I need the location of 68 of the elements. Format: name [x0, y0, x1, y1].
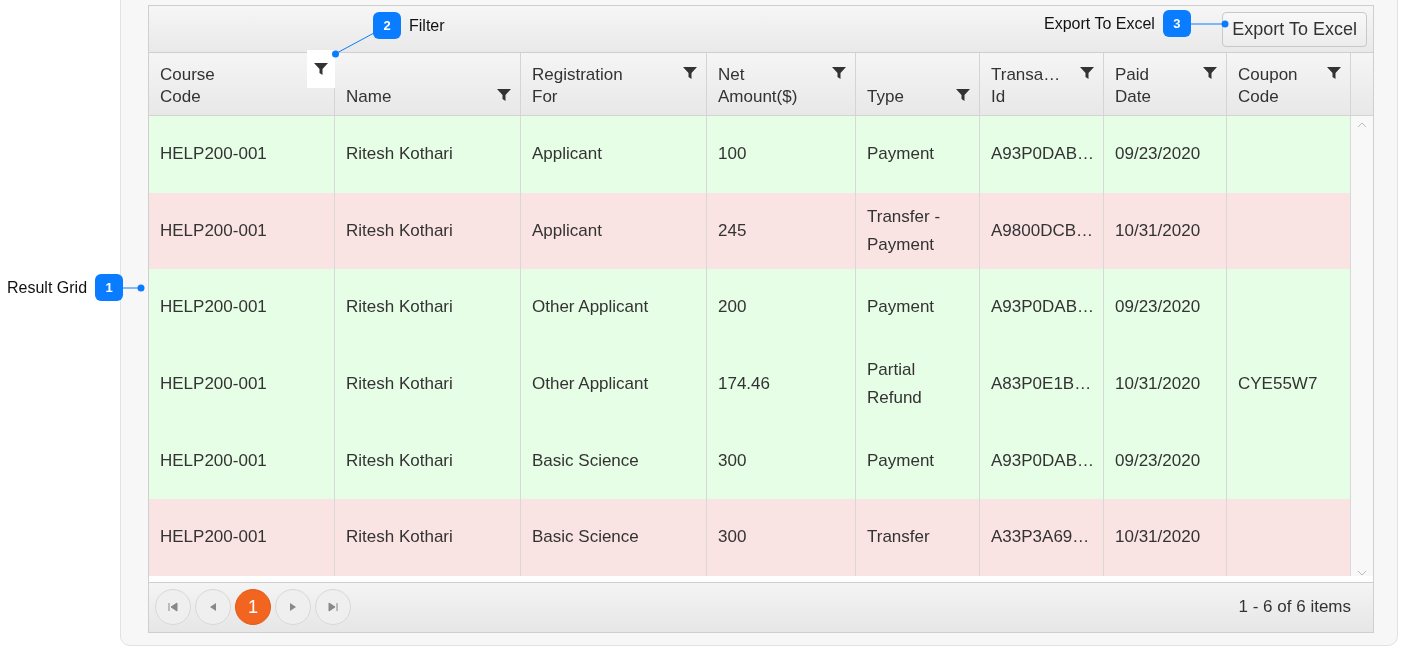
table-cell-text: Payment: [867, 296, 935, 319]
callout-label: Filter: [409, 16, 445, 35]
table-cell-text: 09/23/2020: [1115, 143, 1201, 166]
callout-label: Export To Excel: [1044, 14, 1155, 33]
table-cell-text: HELP200-001: [160, 143, 267, 166]
leader-line: [1190, 19, 1229, 28]
table-cell-text: A33P3A69…: [991, 526, 1090, 549]
table-cell-text: Applicant: [532, 143, 602, 166]
table-cell-text: Other Applicant: [532, 373, 649, 396]
table-cell-text: 200: [718, 296, 747, 319]
right-triangle-icon: [288, 602, 298, 613]
table-cell-text: CYE55W7: [1238, 373, 1318, 396]
table-cell-text: 100: [718, 143, 747, 166]
callout-badge: 2: [373, 12, 401, 39]
table-cell-text: 10/31/2020: [1115, 526, 1201, 549]
callout-badge: 3: [1162, 10, 1191, 37]
column-label: Course Code: [160, 64, 215, 108]
table-cell-text: Ritesh Kothari: [346, 143, 453, 166]
table-cell-text: A9800DCB…: [991, 219, 1094, 242]
table-cell-text: HELP200-001: [160, 373, 267, 396]
table-cell-text: Applicant: [532, 219, 602, 242]
table-cell-text: 300: [718, 449, 747, 472]
table-cell-text: Ritesh Kothari: [346, 449, 453, 472]
table-cell-text: 300: [718, 526, 747, 549]
table-cell-text: HELP200-001: [160, 219, 267, 242]
column-label: Type: [867, 86, 904, 108]
table-cell-text: Ritesh Kothari: [346, 219, 453, 242]
export-button[interactable]: Export To Excel: [1222, 11, 1367, 47]
table-cell-text: HELP200-001: [160, 296, 267, 319]
leader-line: [123, 283, 146, 292]
table-cell-text: Basic Science: [532, 526, 639, 549]
table-cell-text: HELP200-001: [160, 449, 267, 472]
table-cell-text: Ritesh Kothari: [346, 296, 453, 319]
table-cell-text: Payment: [867, 449, 935, 472]
left-triangle-icon: [208, 602, 218, 613]
table-cell-text: Transfer - Payment: [867, 205, 942, 256]
table-cell-text: Other Applicant: [532, 296, 649, 319]
skip-back-icon: [168, 602, 178, 613]
column-label: Net Amount($): [718, 64, 798, 108]
callout-badge: 1: [95, 274, 124, 301]
table-cell-text: Ritesh Kothari: [346, 526, 453, 549]
column-label: Name: [346, 86, 392, 108]
table-cell-text: A83P0E1B…: [991, 373, 1092, 396]
column-label: Registration For: [532, 64, 623, 108]
table-cell-text: Partial Refund: [867, 359, 923, 410]
skip-forward-icon: [328, 602, 338, 613]
table-cell-text: Ritesh Kothari: [346, 373, 453, 396]
filter-icon[interactable]: [307, 50, 335, 88]
table-cell-text: A93P0DAB…: [991, 143, 1094, 166]
table-cell-text: 174.46: [718, 373, 770, 396]
column-label: Paid Date: [1115, 64, 1151, 108]
table-cell-text: 10/31/2020: [1115, 373, 1201, 396]
column-label: Transa… Id: [991, 64, 1061, 108]
callout-label: Result Grid: [7, 278, 88, 297]
last-page-button[interactable]: [315, 589, 351, 626]
pager-summary: 1 - 6 of 6 items: [1238, 597, 1351, 618]
table-cell-text: 245: [718, 219, 747, 242]
table-cell-text: A93P0DAB…: [991, 296, 1094, 319]
table-cell-text: Basic Science: [532, 449, 639, 472]
first-page-button[interactable]: [155, 589, 191, 626]
table-cell-text: 09/23/2020: [1115, 449, 1201, 472]
table-cell-text: HELP200-001: [160, 526, 267, 549]
table-cell-text: Transfer: [867, 526, 930, 549]
table-cell-text: Payment: [867, 143, 935, 166]
table-cell-text: 10/31/2020: [1115, 219, 1201, 242]
table-cell-text: 09/23/2020: [1115, 296, 1201, 319]
column-label: Coupon Code: [1238, 64, 1298, 108]
table-cell-text: A93P0DAB…: [991, 449, 1094, 472]
